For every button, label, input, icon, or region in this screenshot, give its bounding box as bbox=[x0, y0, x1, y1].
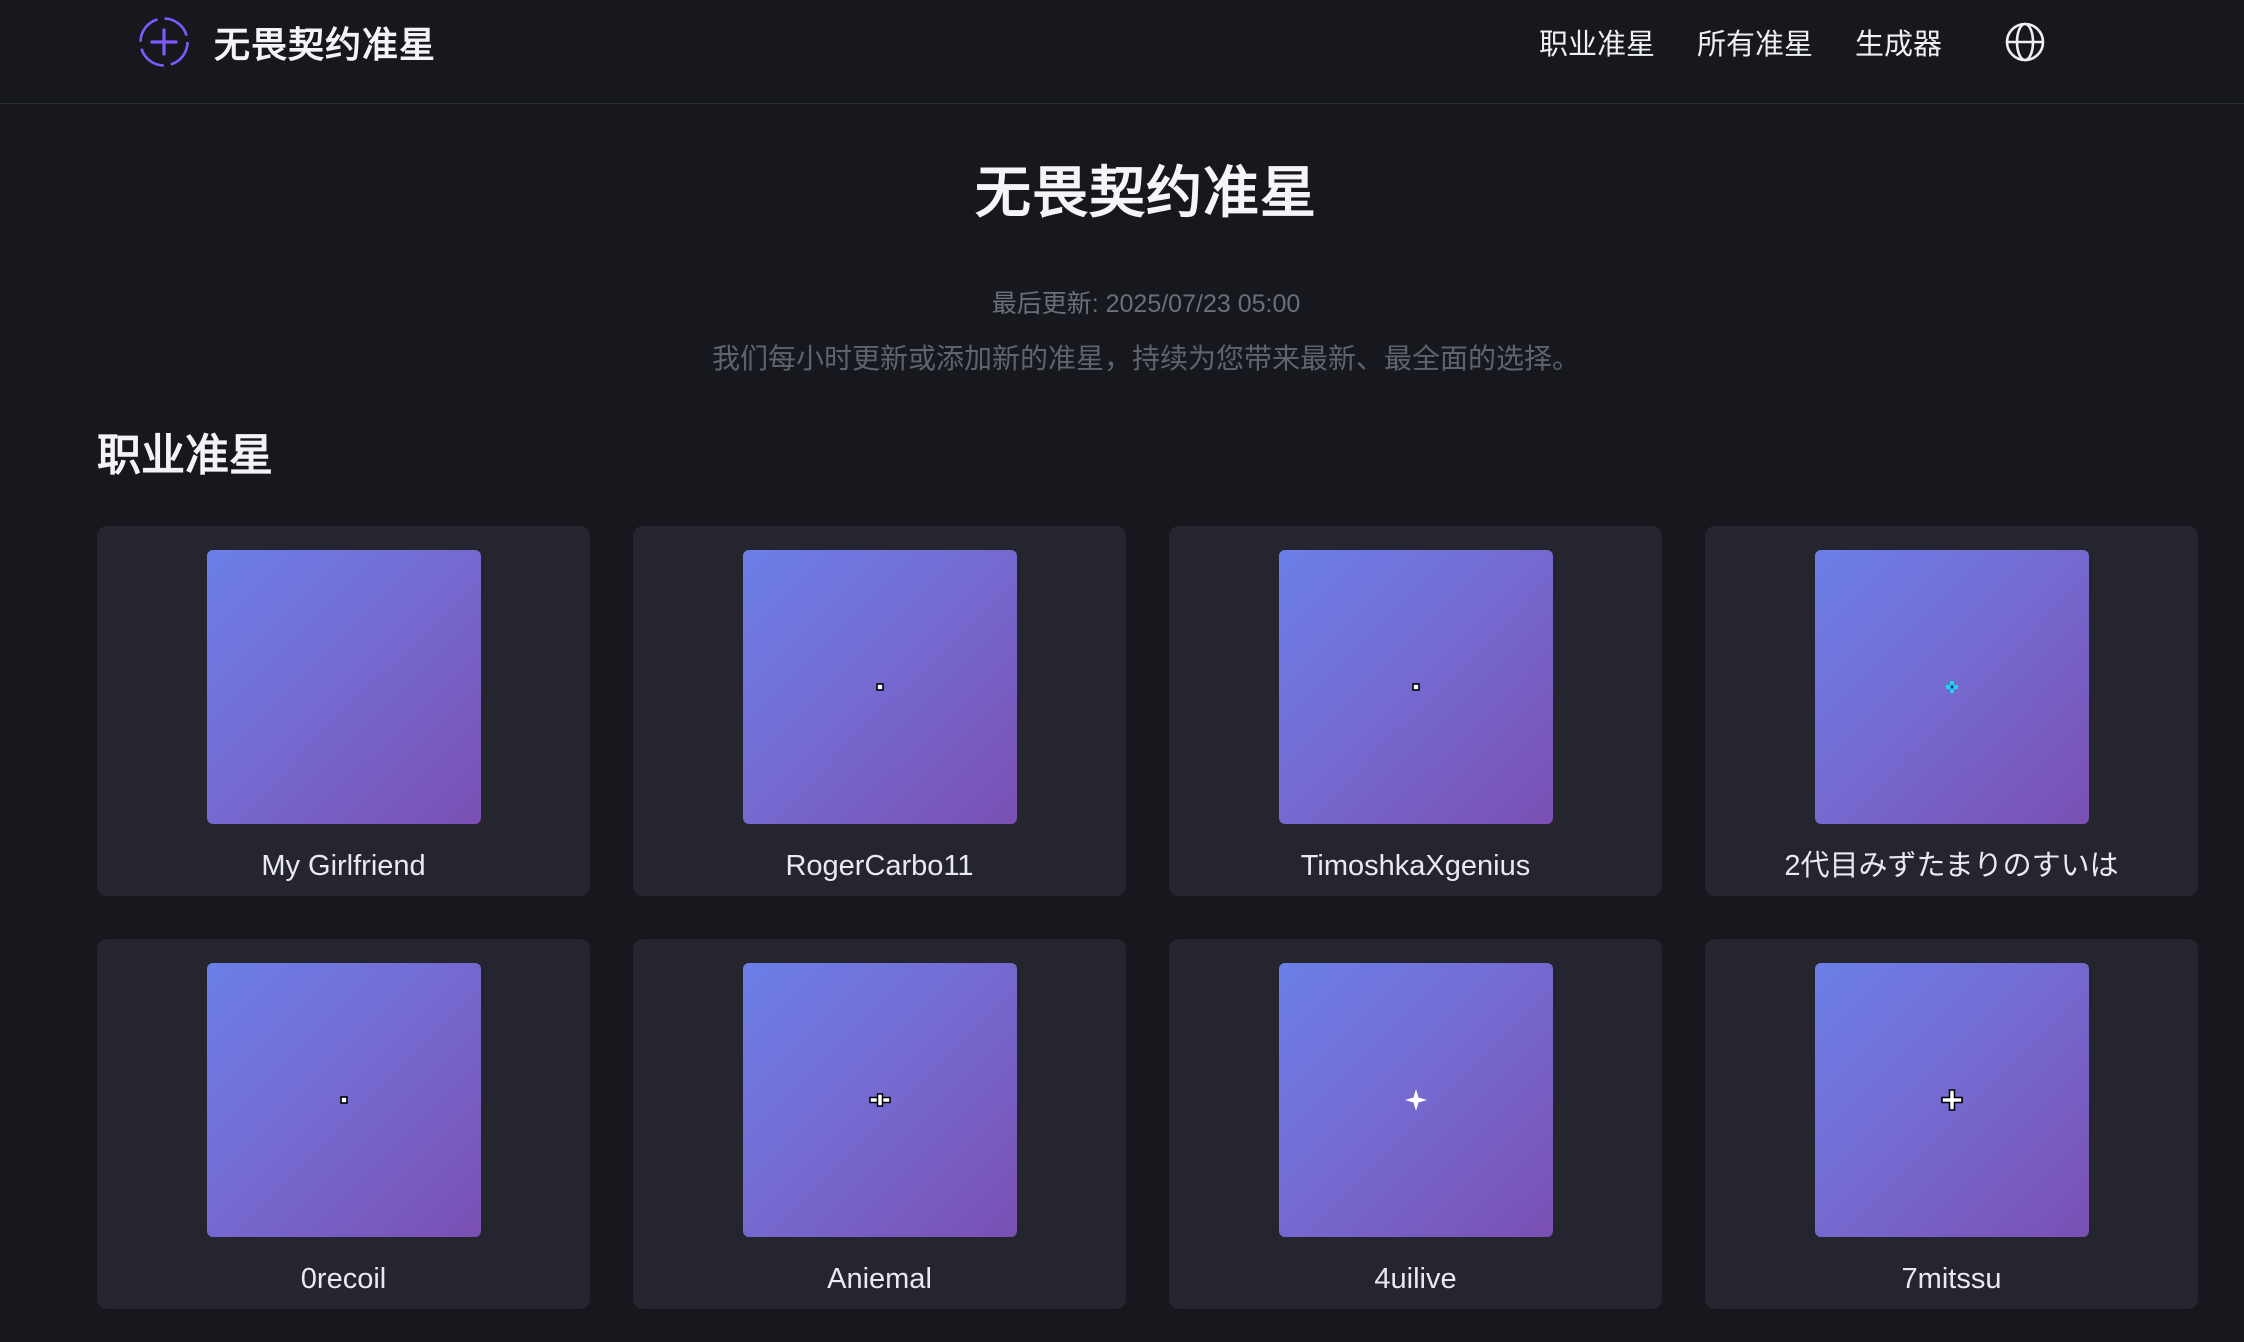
crosshair-preview bbox=[1279, 550, 1553, 824]
crosshair-logo-icon bbox=[138, 16, 190, 68]
crosshair-preview bbox=[743, 550, 1017, 824]
crosshair-card-name: 0recoil bbox=[97, 1261, 590, 1297]
crosshair-preview bbox=[1815, 550, 2089, 824]
crosshair-grid: My Girlfriend RogerCarbo11 TimoshkaXgeni… bbox=[97, 526, 2197, 1309]
crosshair-preview bbox=[1279, 963, 1553, 1237]
crosshair-card-name: 2代目みずたまりのすいは bbox=[1705, 848, 2198, 884]
crosshair-card-name: My Girlfriend bbox=[97, 848, 590, 884]
crosshair-preview bbox=[743, 963, 1017, 1237]
crosshair-card[interactable]: Aniemal bbox=[633, 939, 1126, 1309]
crosshair-card[interactable]: 7mitssu bbox=[1705, 939, 2198, 1309]
dot-crosshair-icon bbox=[743, 550, 1017, 824]
hero-description: 我们每小时更新或添加新的准星，持续为您带来最新、最全面的选择。 bbox=[0, 340, 2244, 378]
crosshair-card-name: 4uilive bbox=[1169, 1261, 1662, 1297]
crosshair-card[interactable]: TimoshkaXgenius bbox=[1169, 526, 1662, 896]
nav-generator[interactable]: 生成器 bbox=[1855, 21, 1942, 63]
brand-home-link[interactable]: 无畏契约准星 bbox=[138, 16, 436, 68]
crosshair-preview bbox=[207, 550, 481, 824]
crosshair-card-name: RogerCarbo11 bbox=[633, 848, 1126, 884]
crosshair-preview bbox=[207, 963, 481, 1237]
crosshair-card[interactable]: RogerCarbo11 bbox=[633, 526, 1126, 896]
dot-crosshair-icon bbox=[207, 963, 481, 1237]
outlined-cross-crosshair-icon bbox=[1815, 963, 2089, 1237]
crosshair-card-name: 7mitssu bbox=[1705, 1261, 2198, 1297]
dot-crosshair-icon bbox=[1279, 550, 1553, 824]
section-title-pro-crosshairs: 职业准星 bbox=[97, 428, 273, 484]
main-nav: 职业准星 所有准星 生成器 bbox=[1497, 16, 2046, 68]
crosshair-card[interactable]: 4uilive bbox=[1169, 939, 1662, 1309]
nav-pro-crosshairs[interactable]: 职业准星 bbox=[1539, 21, 1655, 63]
globe-icon[interactable] bbox=[2004, 21, 2046, 63]
last-updated-text: 最后更新: 2025/07/23 05:00 bbox=[0, 288, 2244, 320]
crosshair-card[interactable]: 0recoil bbox=[97, 939, 590, 1309]
crosshair-card-name: TimoshkaXgenius bbox=[1169, 848, 1662, 884]
hero-section: 无畏契约准星 最后更新: 2025/07/23 05:00 我们每小时更新或添加… bbox=[0, 150, 2244, 378]
star-crosshair-icon bbox=[1279, 963, 1553, 1237]
crosshair-card-name: Aniemal bbox=[633, 1261, 1126, 1297]
crosshair-card[interactable]: 2代目みずたまりのすいは bbox=[1705, 526, 2198, 896]
cyan-cross-crosshair-icon bbox=[1815, 550, 2089, 824]
wide-cross-crosshair-icon bbox=[743, 963, 1017, 1237]
nav-all-crosshairs[interactable]: 所有准星 bbox=[1697, 21, 1813, 63]
brand-name: 无畏契约准星 bbox=[214, 16, 436, 68]
crosshair-card[interactable]: My Girlfriend bbox=[97, 526, 590, 896]
crosshair-preview bbox=[1815, 963, 2089, 1237]
page-title: 无畏契约准星 bbox=[0, 150, 2244, 236]
top-nav-bar: 无畏契约准星 职业准星 所有准星 生成器 bbox=[0, 0, 2244, 104]
